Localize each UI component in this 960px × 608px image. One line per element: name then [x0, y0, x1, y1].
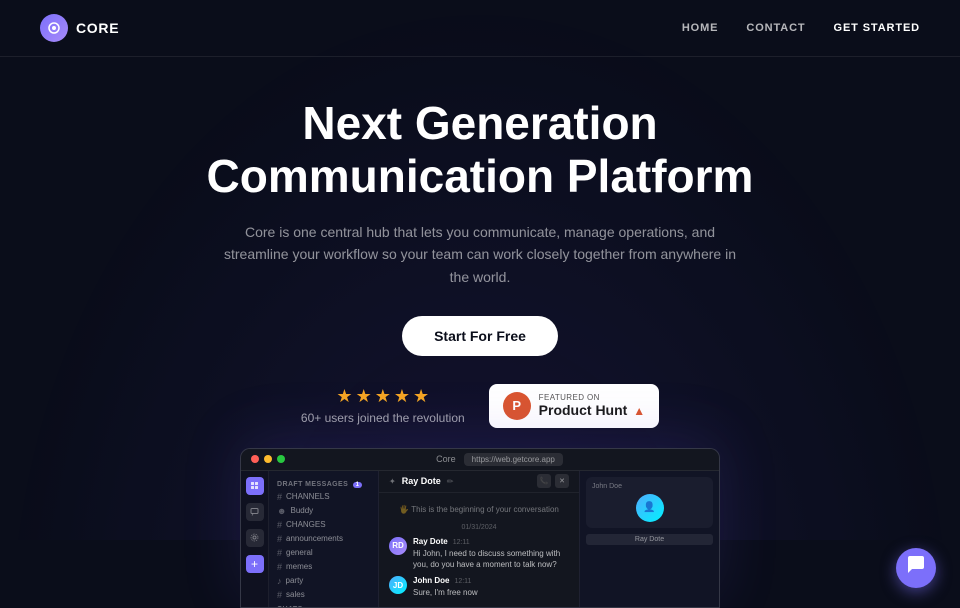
- dm-label: John Doe: [592, 483, 622, 490]
- date-divider: 01/31/2024: [389, 524, 569, 531]
- app-titlebar-center: Core https://web.getcore.app: [290, 453, 709, 466]
- message-row: RD Ray Dote 12:11 Hi John, I need to dis…: [389, 537, 569, 570]
- dm-card-johndoe: John Doe 👤: [586, 477, 713, 528]
- floating-chat-icon: [906, 555, 926, 580]
- ph-featured-label: FEATURED ON: [539, 393, 645, 402]
- start-for-free-button[interactable]: Start For Free: [402, 316, 558, 356]
- chat-main: ✦ Ray Dote ✏ 📞 ✕ 🖐 This is the beginning…: [379, 471, 579, 607]
- sidebar-icon-chat[interactable]: [246, 503, 264, 521]
- channel-item-memes[interactable]: # memes: [269, 560, 378, 574]
- message-text-2: Sure, I'm free now: [413, 587, 569, 598]
- message-text-1: Hi John, I need to discuss something wit…: [413, 548, 569, 570]
- app-sidebar-icons: +: [241, 471, 269, 607]
- message-content-1: Ray Dote 12:11 Hi John, I need to discus…: [413, 537, 569, 570]
- nav-get-started[interactable]: GET STARTED: [834, 22, 920, 34]
- chats-section-title: CHATS: [269, 602, 378, 607]
- dm-avatar-jd: 👤: [636, 494, 664, 522]
- app-body: + Draft Messages 1 # CHANNELS ☻ Buddy #: [241, 471, 719, 607]
- channel-item-party[interactable]: ♪ party: [269, 574, 378, 588]
- channels-section-title: Draft Messages 1: [269, 477, 378, 490]
- conv-start-text: 🖐 This is the beginning of your conversa…: [389, 501, 569, 518]
- dot-yellow: [264, 455, 272, 463]
- message-row-2: JD John Doe 12:11 Sure, I'm free now: [389, 576, 569, 598]
- nav-links: HOME CONTACT GET STARTED: [682, 22, 920, 34]
- hero-title: Next Generation Communication Platform: [207, 97, 754, 203]
- sidebar-icon-add[interactable]: +: [246, 555, 264, 573]
- sidebar-icon-home[interactable]: [246, 477, 264, 495]
- app-preview: Core https://web.getcore.app: [240, 448, 720, 608]
- logo-icon: [40, 14, 68, 42]
- ph-arrow-icon: ▲: [633, 404, 645, 418]
- dot-red: [251, 455, 259, 463]
- chat-header-icons: 📞 ✕: [537, 474, 569, 488]
- app-title-text: Core: [436, 454, 456, 464]
- close-icon[interactable]: ✕: [555, 474, 569, 488]
- hero-section: Next Generation Communication Platform C…: [0, 57, 960, 608]
- channel-item-announcements[interactable]: # announcements: [269, 532, 378, 546]
- dot-green: [277, 455, 285, 463]
- message-sender-2: John Doe: [413, 576, 449, 585]
- message-avatar-jd: JD: [389, 576, 407, 594]
- navbar: CORE HOME CONTACT GET STARTED: [0, 0, 960, 57]
- channel-item-general2[interactable]: # general: [269, 546, 378, 560]
- channel-item-general[interactable]: # CHANNELS: [269, 490, 378, 504]
- star-rating: ★ ★ ★ ★ ★: [336, 386, 429, 407]
- url-bar: https://web.getcore.app: [464, 453, 563, 466]
- product-hunt-badge[interactable]: P FEATURED ON Product Hunt ▲: [489, 384, 659, 428]
- nav-logo: CORE: [40, 14, 119, 42]
- chat-messages: 🖐 This is the beginning of your conversa…: [379, 493, 579, 607]
- social-proof: ★ ★ ★ ★ ★ 60+ users joined the revolutio…: [301, 384, 659, 428]
- chat-header: ✦ Ray Dote ✏ 📞 ✕: [379, 471, 579, 493]
- ph-icon: P: [503, 392, 531, 420]
- message-time-2: 12:11: [454, 578, 471, 585]
- message-content-2: John Doe 12:11 Sure, I'm free now: [413, 576, 569, 598]
- channel-list: Draft Messages 1 # CHANNELS ☻ Buddy # CH…: [269, 471, 379, 607]
- users-joined-label: 60+ users joined the revolution: [301, 411, 465, 425]
- sidebar-icon-settings[interactable]: [246, 529, 264, 547]
- dm-reply-btn[interactable]: Ray Dote: [586, 534, 713, 545]
- message-sender-1: Ray Dote: [413, 537, 448, 546]
- channel-item-sales[interactable]: # sales: [269, 588, 378, 602]
- chat-header-name: Ray Dote: [402, 476, 441, 486]
- channel-item-buddy[interactable]: ☻ Buddy: [269, 504, 378, 518]
- floating-chat-button[interactable]: [896, 548, 936, 588]
- message-time-1: 12:11: [453, 539, 470, 546]
- stars-section: ★ ★ ★ ★ ★ 60+ users joined the revolutio…: [301, 386, 465, 425]
- nav-contact[interactable]: CONTACT: [746, 22, 805, 34]
- ph-text-block: FEATURED ON Product Hunt ▲: [539, 393, 645, 418]
- ph-name: Product Hunt ▲: [539, 402, 645, 418]
- hero-subtitle: Core is one central hub that lets you co…: [220, 221, 740, 288]
- nav-home[interactable]: HOME: [682, 22, 719, 34]
- call-icon[interactable]: 📞: [537, 474, 551, 488]
- logo-text: CORE: [76, 20, 119, 36]
- channel-item-changes[interactable]: # CHANGES: [269, 518, 378, 532]
- app-titlebar: Core https://web.getcore.app: [241, 449, 719, 471]
- app-right-panel: John Doe 👤 Ray Dote: [579, 471, 719, 607]
